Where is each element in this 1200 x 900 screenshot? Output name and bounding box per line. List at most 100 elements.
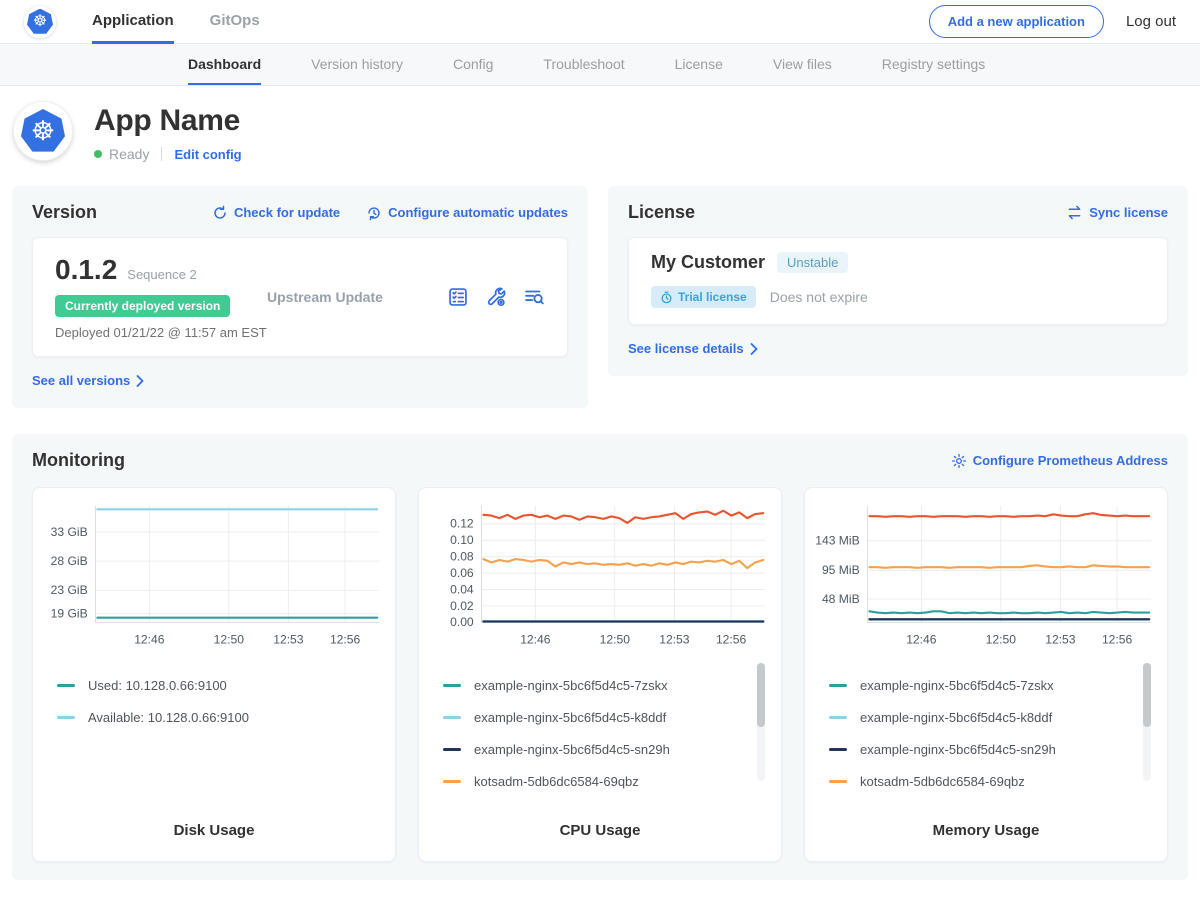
svg-text:48 MiB: 48 MiB bbox=[822, 592, 860, 606]
legend-item: example-nginx-5bc6f5d4c5-sn29h bbox=[829, 742, 1135, 757]
kubernetes-logo-icon: ☸ bbox=[24, 6, 56, 38]
app-header: ☸ App Name Ready Edit config bbox=[0, 86, 1200, 182]
see-license-details-link[interactable]: See license details bbox=[628, 341, 758, 356]
current-version-row: 0.1.2 Sequence 2 Currently deployed vers… bbox=[32, 237, 568, 357]
svg-text:12:56: 12:56 bbox=[330, 633, 361, 647]
add-new-application-button[interactable]: Add a new application bbox=[929, 5, 1104, 38]
preflight-checks-icon[interactable] bbox=[447, 286, 469, 308]
tab-config[interactable]: Config bbox=[453, 44, 493, 85]
chart-title: CPU Usage bbox=[429, 810, 771, 847]
memory-usage-legend: example-nginx-5bc6f5d4c5-7zskx example-ng… bbox=[829, 661, 1153, 806]
sync-license-link[interactable]: Sync license bbox=[1066, 205, 1168, 220]
legend-swatch bbox=[443, 748, 461, 751]
svg-text:12:46: 12:46 bbox=[134, 633, 165, 647]
legend-scrollbar[interactable] bbox=[757, 663, 765, 781]
configure-prometheus-label: Configure Prometheus Address bbox=[973, 453, 1168, 468]
chevron-right-icon bbox=[750, 343, 758, 355]
svg-text:12:50: 12:50 bbox=[214, 633, 245, 647]
disk-usage-legend: Used: 10.128.0.66:9100 Available: 10.128.… bbox=[57, 661, 381, 742]
edit-config-link[interactable]: Edit config bbox=[174, 147, 241, 162]
version-source: Upstream Update bbox=[267, 289, 447, 305]
svg-text:0.12: 0.12 bbox=[450, 517, 474, 531]
legend-item: Used: 10.128.0.66:9100 bbox=[57, 678, 363, 693]
customer-name: My Customer bbox=[651, 252, 765, 273]
cpu-usage-chart: 0.000.020.040.060.080.100.1212:4612:5012… bbox=[429, 498, 771, 659]
chevron-right-icon bbox=[136, 375, 144, 387]
legend-label: Used: 10.128.0.66:9100 bbox=[88, 678, 227, 693]
svg-text:12:53: 12:53 bbox=[659, 633, 690, 647]
tab-troubleshoot[interactable]: Troubleshoot bbox=[543, 44, 624, 85]
legend-swatch bbox=[57, 684, 75, 687]
check-for-update-link[interactable]: Check for update bbox=[212, 205, 340, 221]
version-number: 0.1.2 bbox=[55, 254, 117, 286]
svg-text:12:46: 12:46 bbox=[520, 633, 551, 647]
refresh-icon bbox=[212, 205, 228, 221]
legend-swatch bbox=[57, 716, 75, 719]
legend-label: example-nginx-5bc6f5d4c5-sn29h bbox=[860, 742, 1056, 757]
svg-text:12:56: 12:56 bbox=[1102, 633, 1133, 647]
monitoring-title: Monitoring bbox=[32, 450, 125, 471]
legend-label: example-nginx-5bc6f5d4c5-k8ddf bbox=[860, 710, 1052, 725]
legend-scrollbar-thumb[interactable] bbox=[1143, 663, 1151, 727]
memory-usage-chart-card: 48 MiB95 MiB143 MiB12:4612:5012:5312:56 … bbox=[804, 487, 1168, 862]
legend-label: kotsadm-5db6dc6584-69qbz bbox=[474, 774, 639, 789]
see-all-versions-link[interactable]: See all versions bbox=[32, 373, 144, 388]
svg-text:23 GiB: 23 GiB bbox=[51, 583, 88, 597]
legend-item: example-nginx-5bc6f5d4c5-7zskx bbox=[443, 678, 749, 693]
sync-license-label: Sync license bbox=[1089, 205, 1168, 220]
svg-text:33 GiB: 33 GiB bbox=[51, 525, 88, 539]
legend-item: example-nginx-5bc6f5d4c5-7zskx bbox=[829, 678, 1135, 693]
tab-version-history[interactable]: Version history bbox=[311, 44, 403, 85]
cpu-usage-legend: example-nginx-5bc6f5d4c5-7zskx example-ng… bbox=[443, 661, 767, 806]
monitoring-section: Monitoring Configure Prometheus Address … bbox=[12, 434, 1188, 880]
stopwatch-icon bbox=[660, 291, 673, 304]
configure-automatic-updates-label: Configure automatic updates bbox=[388, 205, 568, 220]
topnav-item-application[interactable]: Application bbox=[92, 0, 174, 44]
legend-swatch bbox=[443, 716, 461, 719]
status-text: Ready bbox=[109, 146, 149, 162]
disk-usage-chart-card: 19 GiB23 GiB28 GiB33 GiB12:4612:5012:531… bbox=[32, 487, 396, 862]
license-summary-row: My Customer Unstable Trial license Does … bbox=[628, 237, 1168, 325]
legend-item: kotsadm-5db6dc6584-69qbz bbox=[829, 774, 1135, 789]
helm-wheel-icon: ☸ bbox=[31, 118, 55, 145]
channel-badge: Unstable bbox=[777, 252, 848, 273]
svg-text:143 MiB: 143 MiB bbox=[815, 534, 859, 548]
legend-item: Available: 10.128.0.66:9100 bbox=[57, 710, 363, 725]
topnav-item-gitops[interactable]: GitOps bbox=[210, 0, 260, 44]
svg-text:12:50: 12:50 bbox=[600, 633, 631, 647]
see-license-details-label: See license details bbox=[628, 341, 744, 356]
svg-text:0.06: 0.06 bbox=[450, 566, 474, 580]
chart-title: Disk Usage bbox=[43, 810, 385, 847]
version-card-title: Version bbox=[32, 202, 97, 223]
svg-text:12:53: 12:53 bbox=[273, 633, 304, 647]
legend-scrollbar-thumb[interactable] bbox=[757, 663, 765, 727]
expiry-text: Does not expire bbox=[770, 289, 868, 305]
tab-dashboard[interactable]: Dashboard bbox=[188, 44, 261, 85]
gear-icon bbox=[951, 453, 967, 469]
configure-automatic-updates-link[interactable]: Configure automatic updates bbox=[366, 205, 568, 221]
divider bbox=[161, 147, 162, 161]
currently-deployed-badge: Currently deployed version bbox=[55, 295, 230, 317]
logout-button[interactable]: Log out bbox=[1126, 13, 1176, 30]
clock-refresh-icon bbox=[366, 205, 382, 221]
legend-item: example-nginx-5bc6f5d4c5-sn29h bbox=[443, 742, 749, 757]
see-all-versions-label: See all versions bbox=[32, 373, 130, 388]
legend-label: Available: 10.128.0.66:9100 bbox=[88, 710, 249, 725]
tab-registry-settings[interactable]: Registry settings bbox=[882, 44, 985, 85]
legend-label: example-nginx-5bc6f5d4c5-k8ddf bbox=[474, 710, 666, 725]
license-card: License Sync license My Customer Unstabl… bbox=[608, 186, 1188, 376]
configure-prometheus-link[interactable]: Configure Prometheus Address bbox=[951, 453, 1168, 469]
svg-text:0.04: 0.04 bbox=[450, 582, 474, 596]
view-diff-file-search-icon[interactable] bbox=[523, 286, 545, 308]
tab-license[interactable]: License bbox=[675, 44, 723, 85]
svg-text:12:46: 12:46 bbox=[906, 633, 937, 647]
tab-view-files[interactable]: View files bbox=[773, 44, 832, 85]
edit-config-wrench-icon[interactable] bbox=[485, 286, 507, 308]
svg-text:0.00: 0.00 bbox=[450, 615, 474, 629]
svg-text:0.08: 0.08 bbox=[450, 550, 474, 564]
page-title: App Name bbox=[94, 104, 242, 138]
svg-text:0.02: 0.02 bbox=[450, 599, 474, 613]
legend-scrollbar[interactable] bbox=[1143, 663, 1151, 781]
svg-text:28 GiB: 28 GiB bbox=[51, 554, 88, 568]
trial-license-badge: Trial license bbox=[651, 286, 756, 308]
